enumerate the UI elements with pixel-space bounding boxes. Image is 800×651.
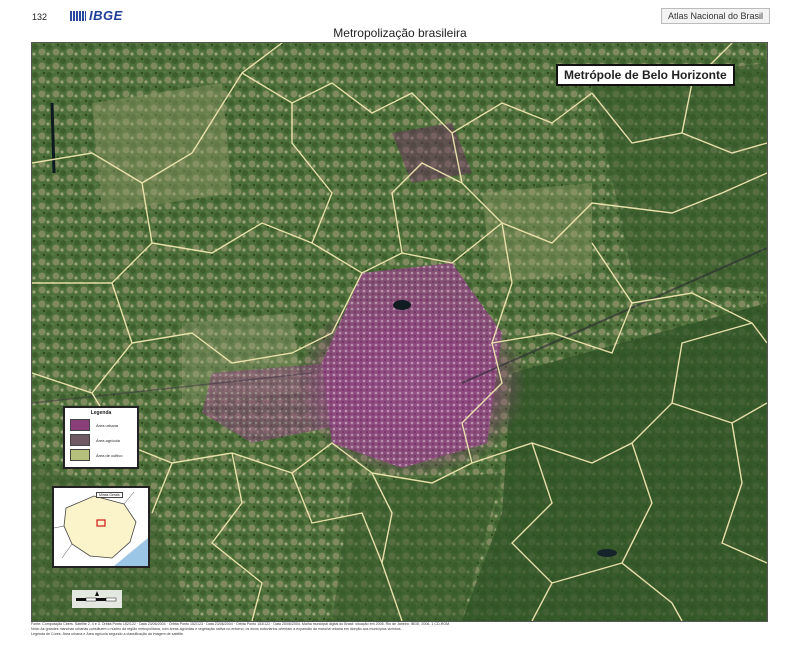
legend-item: Área urbana [70, 419, 137, 431]
legend: Legenda Área urbana Área agrícola Área d… [63, 406, 139, 469]
legend-label: Área de cultivo [96, 452, 123, 458]
scale-bar [72, 590, 122, 608]
legend-item: Área agrícola [70, 434, 137, 446]
legend-label: Área agrícola [96, 437, 120, 443]
urban-swatch [70, 419, 90, 431]
atlas-name: Atlas Nacional do Brasil [660, 8, 770, 24]
inset-map [54, 488, 148, 566]
legend-label: Área urbana [96, 422, 119, 428]
source-notes: Fonte: Composição Cbers. Satélite 2, 4 e… [31, 622, 766, 637]
note-line: Legenda de Cores: Área urbana e Área agr… [31, 632, 185, 636]
legend-title: Legenda [90, 410, 112, 416]
page-number: 132 [32, 12, 48, 22]
ibge-logo: IBGE [70, 8, 123, 23]
logo-text: IBGE [89, 8, 123, 23]
cultivation-swatch [70, 449, 90, 461]
ibge-logo-icon [70, 10, 86, 21]
agricultural-swatch [70, 434, 90, 446]
legend-item: Área de cultivo [70, 449, 137, 461]
inset-caption: Minas Gerais [96, 492, 123, 498]
map-title: Metrópole de Belo Horizonte [556, 64, 735, 86]
location-inset: Minas Gerais [52, 486, 150, 568]
satellite-map: Metrópole de Belo Horizonte Legenda Área… [31, 42, 768, 622]
page-title: Metropolização brasileira [333, 26, 467, 40]
